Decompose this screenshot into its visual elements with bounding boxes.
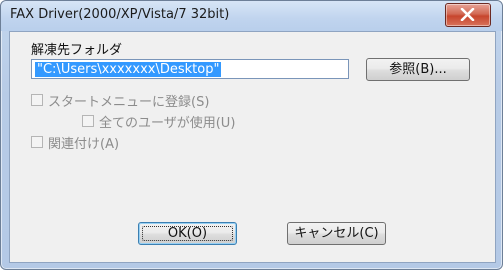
folder-label: 解凍先フォルダ [31,43,123,58]
window-title: FAX Driver(2000/XP/Vista/7 32bit) [10,7,230,22]
title-bar[interactable]: FAX Driver(2000/XP/Vista/7 32bit) [1,1,502,31]
extract-folder-input[interactable]: "C:\Users\xxxxxxx\Desktop" [31,59,349,79]
associate-checkbox[interactable] [31,136,43,148]
associate-label: 関連付け(A) [48,137,120,152]
start-menu-label: スタートメニューに登録(S) [48,95,210,110]
dialog-window: FAX Driver(2000/XP/Vista/7 32bit) 解凍先フォル… [0,0,503,270]
close-button[interactable] [445,3,491,27]
close-icon [460,8,475,21]
extract-folder-value: "C:\Users\xxxxxxx\Desktop" [35,62,222,77]
cancel-button[interactable]: キャンセル(C) [287,222,386,245]
all-users-label: 全てのユーザが使用(U) [99,116,236,131]
start-menu-checkbox[interactable] [31,94,43,106]
ok-button[interactable]: OK(O) [138,222,237,245]
browse-button[interactable]: 参照(B)... [366,58,470,81]
all-users-checkbox[interactable] [82,115,94,127]
